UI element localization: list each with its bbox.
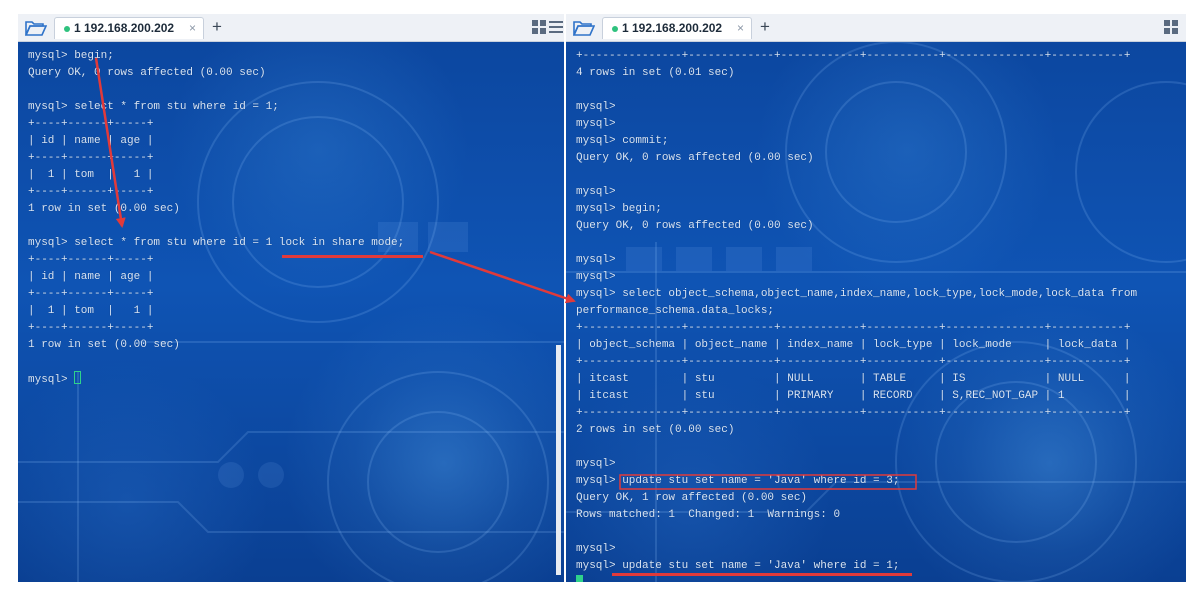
plus-icon[interactable]: + — [212, 17, 222, 37]
terminal-line: +---------------+-------------+---------… — [576, 407, 1131, 419]
tab-title: 1 192.168.200.202 — [622, 21, 723, 35]
tab-session-left[interactable]: 1 192.168.200.202 × — [54, 17, 204, 39]
terminal-lines: mysql> begin; Query OK, 0 rows affected (… — [28, 48, 560, 388]
terminal-line: mysql> select object_schema,object_name,… — [576, 288, 1138, 300]
tab-session-right[interactable]: 1 192.168.200.202 × — [602, 17, 752, 39]
terminal-line: +----+------+-----+ — [28, 152, 154, 164]
terminal-line: mysql> — [576, 186, 616, 198]
terminal-line: mysql> — [576, 118, 616, 130]
terminal-line: 1 row in set (0.00 sec) — [28, 203, 180, 215]
terminal-line: Rows matched: 1 Changed: 1 Warnings: 0 — [576, 509, 841, 521]
terminal-line: mysql> — [576, 543, 616, 555]
left-tab-bar: 1 192.168.200.202 × + — [18, 14, 564, 42]
terminal-line: +---------------+-------------+---------… — [576, 356, 1131, 368]
folder-open-icon[interactable] — [25, 19, 47, 37]
right-tab-bar: 1 192.168.200.202 × + — [566, 14, 1186, 42]
terminal-line: mysql> update stu set name = 'Java' wher… — [576, 558, 1182, 582]
terminal-line: mysql> begin; — [576, 203, 662, 215]
terminal-line: | id | name | age | — [28, 135, 154, 147]
terminal-output-right[interactable]: +---------------+-------------+---------… — [566, 42, 1186, 582]
terminal-line: mysql> commit; — [576, 135, 669, 147]
terminal-line: Query OK, 0 rows affected (0.00 sec) — [28, 67, 266, 79]
terminal-line: | 1 | tom | 1 | — [28, 305, 154, 317]
terminal-line: Query OK, 1 row affected (0.00 sec) — [576, 492, 808, 504]
terminal-line: mysql> — [576, 101, 616, 113]
close-icon[interactable]: × — [189, 21, 196, 35]
terminal-line: | object_schema | object_name | index_na… — [576, 339, 1131, 351]
folder-open-icon[interactable] — [573, 19, 595, 37]
terminal-line: | itcast | stu | PRIMARY | RECORD | S,RE… — [576, 390, 1131, 402]
tab-title: 1 192.168.200.202 — [74, 21, 175, 35]
plus-icon[interactable]: + — [760, 17, 770, 37]
terminal-output-left[interactable]: mysql> begin; Query OK, 0 rows affected (… — [18, 42, 564, 582]
terminal-line: +---------------+-------------+---------… — [576, 50, 1131, 62]
right-terminal-window: 1 192.168.200.202 × + +---------------+-… — [566, 14, 1186, 582]
terminal-line: mysql> select * from stu where id = 1 lo… — [28, 237, 405, 249]
terminal-line: 1 row in set (0.00 sec) — [28, 339, 180, 351]
terminal-line: | id | name | age | — [28, 271, 154, 283]
connected-dot-icon — [612, 26, 618, 32]
terminal-line: 2 rows in set (0.00 sec) — [576, 424, 735, 436]
terminal-line: Query OK, 0 rows affected (0.00 sec) — [576, 220, 814, 232]
text-cursor — [576, 575, 583, 582]
terminal-line: mysql> — [576, 271, 616, 283]
terminal-line: +----+------+-----+ — [28, 254, 154, 266]
terminal-line: performance_schema.data_locks; — [576, 305, 775, 317]
terminal-line: Query OK, 0 rows affected (0.00 sec) — [576, 152, 814, 164]
terminal-line: | 1 | tom | 1 | — [28, 169, 154, 181]
terminal-line: mysql> — [576, 254, 616, 266]
connected-dot-icon — [64, 26, 70, 32]
terminal-line: +----+------+-----+ — [28, 118, 154, 130]
terminal-line: +----+------+-----+ — [28, 186, 154, 198]
grid-layout-icon[interactable] — [532, 20, 546, 34]
terminal-line: mysql> — [576, 458, 616, 470]
terminal-line: +---------------+-------------+---------… — [576, 322, 1131, 334]
terminal-line: mysql> select * from stu where id = 1; — [28, 101, 279, 113]
terminal-line: mysql> — [28, 371, 560, 388]
close-icon[interactable]: × — [737, 21, 744, 35]
terminal-lines: +---------------+-------------+---------… — [576, 48, 1182, 582]
left-terminal-window: 1 192.168.200.202 × + mysql> begin; Quer… — [18, 14, 564, 582]
grid-layout-icon[interactable] — [1164, 20, 1178, 34]
text-cursor — [74, 371, 82, 384]
terminal-line: 4 rows in set (0.01 sec) — [576, 67, 735, 79]
terminal-line: mysql> begin; — [28, 50, 114, 62]
terminal-line: | itcast | stu | NULL | TABLE | IS | NUL… — [576, 373, 1131, 385]
terminal-line: +----+------+-----+ — [28, 322, 154, 334]
layout-controls — [1164, 20, 1178, 37]
left-scrollbar[interactable] — [556, 345, 561, 575]
terminal-line: +----+------+-----+ — [28, 288, 154, 300]
menu-icon[interactable] — [549, 20, 563, 34]
layout-controls — [532, 20, 563, 37]
terminal-line: mysql> update stu set name = 'Java' wher… — [576, 475, 900, 487]
